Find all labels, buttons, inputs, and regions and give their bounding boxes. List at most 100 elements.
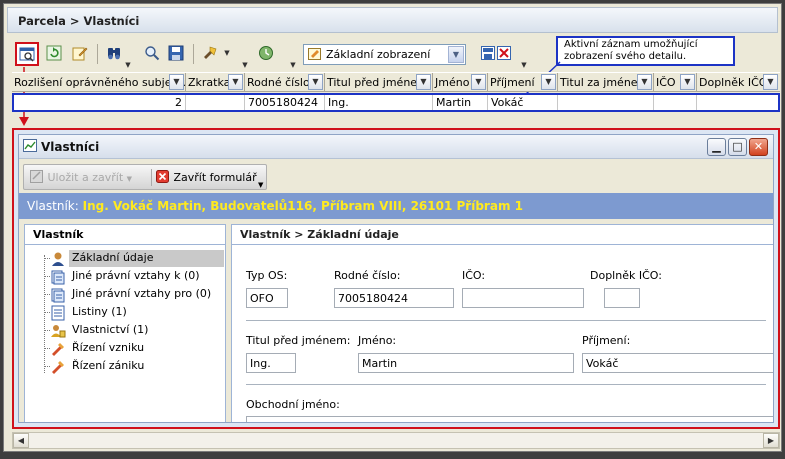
- close-form-button[interactable]: Zavřít formulář: [156, 170, 257, 184]
- search-button[interactable]: [141, 42, 163, 64]
- list-document-icon: [51, 305, 65, 321]
- column-header[interactable]: Titul před jménem ▼: [325, 73, 433, 92]
- find-button[interactable]: [103, 42, 125, 64]
- view-combo[interactable]: Základní zobrazení ▼: [303, 44, 466, 65]
- tree-header: Vlastník: [25, 225, 225, 245]
- rodne-cislo-field[interactable]: 7005180424: [334, 288, 454, 308]
- chevron-down-icon[interactable]: ▼: [637, 74, 652, 90]
- view-delete-button[interactable]: [493, 42, 515, 64]
- save-icon: [168, 45, 184, 61]
- refresh-button[interactable]: [43, 42, 65, 64]
- ico-label: IČO:: [462, 269, 486, 282]
- close-form-icon: [156, 170, 169, 183]
- chevron-down-icon[interactable]: ▼: [680, 74, 695, 90]
- owner-value: Ing. Vokáč Martin, Budovatelů116, Příbra…: [82, 199, 523, 213]
- chevron-down-icon[interactable]: ▼: [127, 175, 132, 183]
- detail-toolbar: Uložit a zavřít ▼ Zavřít formulář ▼: [23, 164, 267, 190]
- history-dropdown-arrow[interactable]: ▼: [289, 62, 297, 69]
- save-button[interactable]: [165, 42, 187, 64]
- scroll-left-button[interactable]: ◀: [13, 433, 29, 448]
- toolbar-separator: [151, 169, 152, 186]
- save-close-button[interactable]: Uložit a zavřít ▼: [30, 170, 132, 184]
- obchodni-jmeno-field[interactable]: [246, 416, 773, 422]
- maximize-button[interactable]: □: [728, 138, 747, 156]
- table-row[interactable]: 2 7005180424 Ing. Martin Vokáč: [12, 93, 780, 112]
- column-header[interactable]: IČO ▼: [654, 73, 697, 92]
- main-window: Parcela > Vlastníci ▼ ▼ ▼ ▼ Základní zob…: [3, 3, 782, 452]
- basic-info-form: Vlastník > Základní údaje Typ OS: OFO Ro…: [231, 224, 773, 422]
- column-header[interactable]: Zkratka ▼: [186, 73, 245, 92]
- history-button[interactable]: [255, 42, 277, 64]
- chevron-right-icon: ▶: [767, 436, 775, 445]
- prijmeni-label: Příjmení:: [582, 334, 631, 347]
- breadcrumb: Parcela > Vlastníci: [7, 7, 778, 33]
- chart-icon: [23, 139, 37, 152]
- binoculars-icon: [108, 48, 120, 60]
- form-divider: [246, 320, 766, 321]
- chevron-down-icon[interactable]: ▼: [448, 46, 464, 63]
- chevron-down-icon[interactable]: ▼: [541, 74, 556, 90]
- toolbar-separator: [97, 44, 98, 64]
- column-header[interactable]: Příjmení ▼: [488, 73, 558, 92]
- tree-item-jine-vztahy-k[interactable]: Jiné právní vztahy k (0): [69, 268, 204, 285]
- column-header[interactable]: Rodné číslo ▼: [245, 73, 325, 92]
- chevron-down-icon[interactable]: ▼: [471, 74, 486, 90]
- cell-titul-za[interactable]: [558, 95, 654, 110]
- cell-doplnek-ico[interactable]: [697, 95, 778, 110]
- horizontal-scrollbar[interactable]: ◀ ▶: [12, 432, 780, 449]
- chevron-down-icon[interactable]: ▼: [416, 74, 431, 90]
- column-header[interactable]: Rozlišení oprávněného subjektu ▼: [12, 73, 186, 92]
- chevron-down-icon[interactable]: ▼: [308, 74, 323, 90]
- chevron-down-icon[interactable]: ▼: [763, 74, 778, 90]
- tools-button[interactable]: [199, 42, 221, 64]
- cell-ico[interactable]: [654, 95, 697, 110]
- form-divider: [246, 384, 766, 385]
- tree-item-zakladni-udaje[interactable]: Základní údaje: [69, 250, 224, 267]
- detail-window: Vlastníci ▁ □ ✕ Uložit a zavřít ▼ Zavřít…: [18, 134, 774, 423]
- tree-item-rizeni-vzniku[interactable]: Řízení vzniku: [69, 340, 148, 357]
- detail-highlight-frame: Vlastníci ▁ □ ✕ Uložit a zavřít ▼ Zavřít…: [12, 128, 780, 429]
- cell-jmeno[interactable]: Martin: [433, 95, 488, 110]
- tree-item-vlastnictvi[interactable]: Vlastnictví (1): [69, 322, 152, 339]
- chevron-down-icon[interactable]: ▼: [228, 74, 243, 90]
- cell-rodne-cislo[interactable]: 7005180424: [245, 95, 325, 110]
- form-header: Vlastník > Základní údaje: [232, 225, 773, 245]
- detail-view-button[interactable]: [15, 42, 39, 66]
- toolbar-separator: [193, 44, 194, 64]
- minimize-button[interactable]: ▁: [707, 138, 726, 156]
- ico-field[interactable]: [462, 288, 584, 308]
- titul-field[interactable]: Ing.: [246, 353, 296, 373]
- typ-os-field[interactable]: OFO: [246, 288, 288, 308]
- close-button[interactable]: ✕: [749, 138, 768, 156]
- column-header[interactable]: Titul za jménem ▼: [558, 73, 654, 92]
- tree-item-rizeni-zaniku[interactable]: Řízení zániku: [69, 358, 148, 375]
- tree-item-jine-vztahy-pro[interactable]: Jiné právní vztahy pro (0): [69, 286, 215, 303]
- cell-prijmeni[interactable]: Vokáč: [488, 95, 558, 110]
- column-header[interactable]: Doplněk IČO ▼: [697, 73, 780, 92]
- chevron-down-icon[interactable]: ▼: [169, 74, 184, 90]
- scroll-right-button[interactable]: ▶: [763, 433, 779, 448]
- cell-zkratka[interactable]: [186, 95, 245, 110]
- tools-dropdown-arrow[interactable]: ▼: [223, 50, 231, 57]
- magnifier-icon: [145, 46, 160, 61]
- history-icon: [259, 46, 273, 60]
- view-dropdown-arrow[interactable]: ▼: [520, 62, 528, 69]
- edit-button[interactable]: [69, 42, 91, 64]
- find-dropdown-arrow[interactable]: ▼: [124, 62, 132, 69]
- jmeno-field[interactable]: Martin: [358, 353, 574, 373]
- prijmeni-field[interactable]: Vokáč: [582, 353, 773, 373]
- column-header[interactable]: Jméno ▼: [433, 73, 488, 92]
- minimize-icon: ▁: [712, 140, 721, 153]
- cell-rozliseni[interactable]: 2: [14, 95, 186, 110]
- typ-os-label: Typ OS:: [246, 269, 288, 282]
- documents-icon: [51, 288, 65, 303]
- doplnek-ico-field[interactable]: [604, 288, 640, 308]
- proceedings-icon: [52, 361, 64, 374]
- cell-titul-pred[interactable]: Ing.: [325, 95, 433, 110]
- close-icon: ✕: [753, 140, 764, 153]
- refresh-icon: [46, 45, 62, 61]
- toolbar-overflow-arrow[interactable]: ▼: [258, 181, 263, 189]
- toolbar-overflow-arrow[interactable]: ▼: [241, 62, 249, 69]
- tree-line: [44, 255, 45, 373]
- tree-item-listiny[interactable]: Listiny (1): [69, 304, 131, 321]
